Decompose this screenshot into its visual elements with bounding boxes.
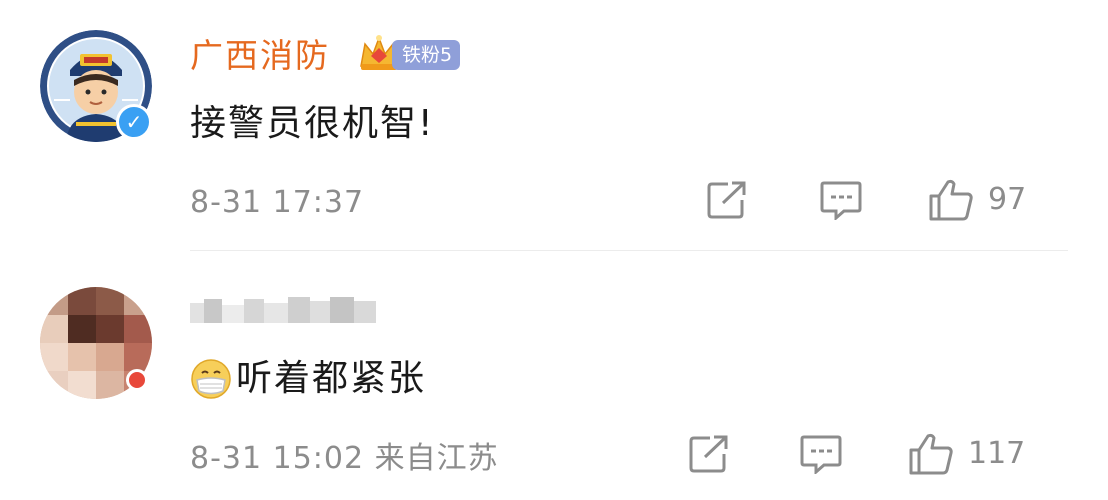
comment-icon xyxy=(820,181,862,220)
comment-text-content: 听着都紧张 xyxy=(236,358,427,399)
username[interactable]: 广西消防 xyxy=(190,34,330,78)
thumbs-up-icon xyxy=(929,179,973,221)
location: 来自江苏 xyxy=(374,441,499,476)
comment-item: 听着都紧张 8-31 15:02 来自江苏 117 xyxy=(0,251,1108,500)
reply-button[interactable] xyxy=(820,180,862,220)
like-count: 97 xyxy=(988,182,1027,217)
avatar[interactable] xyxy=(40,287,152,399)
reply-button[interactable] xyxy=(800,434,842,474)
comment-list: ✓ 广西消防 铁粉5 接警员很机智! 8-31 17:37 97 听着都紧张 8… xyxy=(0,0,1108,500)
fan-level-badge[interactable]: 铁粉5 xyxy=(392,40,461,70)
comment-meta: 8-31 15:02 来自江苏 xyxy=(190,439,499,479)
avatar[interactable]: ✓ xyxy=(40,30,152,142)
blurred-username[interactable] xyxy=(190,295,380,329)
status-dot-icon xyxy=(126,369,148,391)
like-button[interactable]: 97 xyxy=(928,178,1026,222)
face-with-medical-mask-emoji-icon xyxy=(191,359,231,399)
comment-icon xyxy=(800,435,842,474)
comment-text: 听着都紧张 xyxy=(190,355,426,403)
comment-text: 接警员很机智! xyxy=(190,103,435,144)
verified-icon: ✓ xyxy=(116,104,152,140)
comment-meta: 8-31 17:37 xyxy=(190,183,364,223)
timestamp: 8-31 17:37 xyxy=(190,185,365,220)
like-count: 117 xyxy=(968,436,1026,471)
like-button[interactable]: 117 xyxy=(908,432,1025,476)
comment-item: ✓ 广西消防 铁粉5 接警员很机智! 8-31 17:37 97 xyxy=(0,0,1108,251)
share-icon xyxy=(689,435,728,473)
share-button[interactable] xyxy=(688,434,730,474)
share-button[interactable] xyxy=(706,180,748,220)
share-icon xyxy=(707,181,746,219)
thumbs-up-icon xyxy=(909,433,953,475)
timestamp: 8-31 15:02 xyxy=(190,441,365,476)
